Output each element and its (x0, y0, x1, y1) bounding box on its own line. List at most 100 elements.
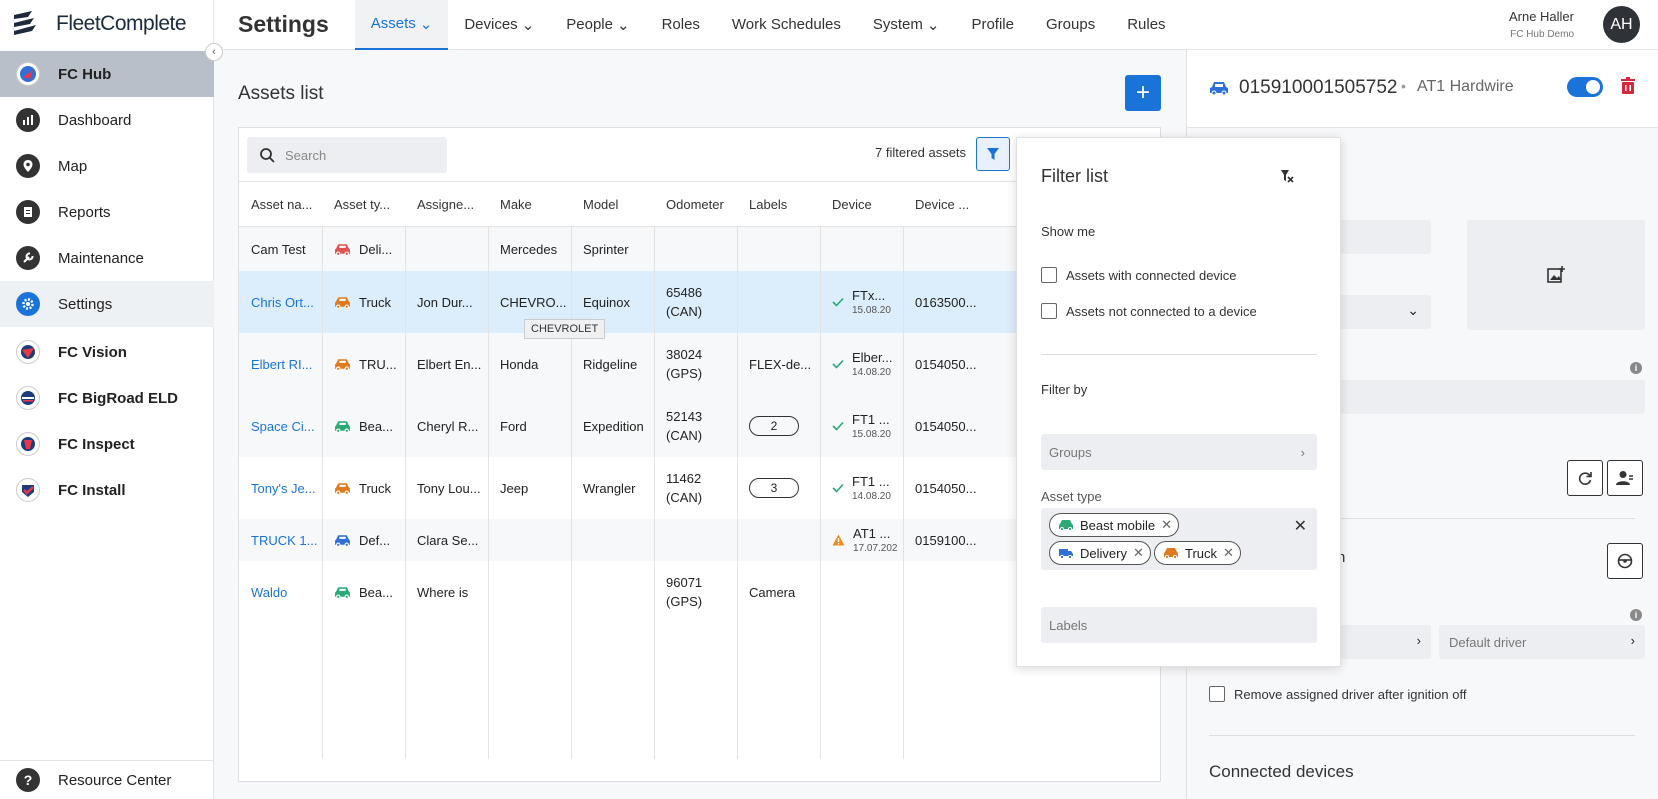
separator: • (1401, 78, 1406, 94)
asset-photo-upload[interactable] (1467, 220, 1645, 330)
labels-count-badge[interactable]: 2 (749, 416, 799, 436)
sidebar-item-label: Dashboard (58, 111, 132, 129)
sidebar-item-maintenance[interactable]: Maintenance (0, 235, 214, 281)
remove-chip-icon[interactable]: ✕ (1161, 517, 1172, 533)
tab-label: Profile (971, 16, 1014, 33)
tab-assets[interactable]: Assets ⌄ (354, 0, 449, 50)
chip-beast-mobile[interactable]: Beast mobile ✕ (1049, 513, 1180, 537)
sidebar-item-fc-bigroad-eld[interactable]: FC BigRoad ELD (0, 375, 214, 421)
default-driver-label: Default driver (1449, 635, 1527, 650)
asset-enabled-toggle[interactable] (1567, 77, 1603, 97)
driver-select[interactable]: › (1337, 625, 1431, 659)
column-header-make[interactable]: Make (488, 182, 571, 226)
wrench-icon (16, 246, 40, 270)
checkbox[interactable] (1041, 267, 1057, 283)
detail-text-field[interactable] (1337, 380, 1645, 414)
clear-asset-types-icon[interactable]: ✕ (1294, 516, 1307, 536)
tab-work-schedules[interactable]: Work Schedules (716, 0, 857, 50)
device-name: FT1 ... (852, 474, 890, 489)
chevron-right-icon: › (1300, 444, 1305, 460)
avatar[interactable]: AH (1603, 6, 1640, 43)
column-header-device-id[interactable]: Device ... (903, 182, 986, 226)
device-name: FTx... (852, 288, 886, 303)
asset-name-cell[interactable]: Elbert RI... (239, 333, 322, 395)
labels-cell: Camera (749, 584, 796, 600)
assign-driver-button[interactable] (1607, 460, 1643, 496)
not-connected-option[interactable]: Assets not connected to a device (1041, 303, 1257, 319)
sidebar-item-fc-hub[interactable]: FC Hub (0, 51, 214, 97)
sidebar-item-label: FC Install (58, 481, 126, 499)
detail-input-field[interactable] (1337, 220, 1431, 254)
chip-delivery[interactable]: Delivery ✕ (1049, 541, 1151, 565)
sidebar-item-fc-inspect[interactable]: FC Inspect (0, 421, 214, 467)
asset-type: TRU... (334, 357, 397, 372)
collapse-sidebar-button[interactable]: ‹ (205, 43, 223, 61)
labels-select[interactable]: Labels (1041, 607, 1317, 643)
vehicle-icon (335, 534, 350, 547)
tab-rules[interactable]: Rules (1111, 0, 1181, 50)
tab-devices[interactable]: Devices ⌄ (448, 0, 550, 50)
remove-driver-option[interactable]: Remove assigned driver after ignition of… (1209, 686, 1466, 702)
filter-title: Filter list (1041, 166, 1108, 186)
odometer-reading: 38024 (666, 347, 703, 362)
sidebar-item-resource-center[interactable]: ? Resource Center (0, 761, 214, 799)
remove-chip-icon[interactable]: ✕ (1223, 545, 1234, 561)
asset-name-cell[interactable]: Chris Ort... (239, 271, 322, 333)
column-header-model[interactable]: Model (571, 182, 654, 226)
chevron-down-icon: ⌄ (616, 16, 630, 34)
asset-type-cell: Bea... (322, 561, 405, 623)
option-label: Assets with connected device (1066, 267, 1237, 283)
chip-truck[interactable]: Truck ✕ (1154, 541, 1241, 565)
sidebar-item-settings[interactable]: Settings (0, 281, 214, 327)
trash-icon[interactable] (1620, 77, 1636, 95)
brand-logo[interactable]: FleetComplete (0, 0, 213, 48)
sidebar-item-map[interactable]: Map (0, 143, 214, 189)
column-header-asset-name[interactable]: Asset na... (239, 182, 322, 226)
person-icon (1616, 471, 1633, 485)
sidebar-item-fc-install[interactable]: FC Install (0, 467, 214, 513)
device-name: Elber... (852, 350, 893, 365)
asset-name-cell[interactable]: Tony's Je... (239, 457, 322, 519)
column-header-labels[interactable]: Labels (737, 182, 820, 226)
checkbox[interactable] (1209, 686, 1225, 702)
device-date: 14.08.20 (852, 367, 891, 378)
asset-type-cell: Truck (322, 457, 405, 519)
check-icon (832, 421, 844, 431)
asset-name-cell[interactable]: Waldo (239, 561, 322, 623)
tab-groups[interactable]: Groups (1030, 0, 1111, 50)
column-header-asset-type[interactable]: Asset ty... (322, 182, 405, 226)
groups-select[interactable]: Groups › (1041, 434, 1317, 470)
user-info[interactable]: Arne Haller FC Hub Demo (1509, 9, 1574, 40)
filter-button[interactable] (976, 137, 1010, 171)
add-asset-button[interactable]: + (1125, 75, 1161, 111)
column-divider (322, 227, 323, 759)
checkbox[interactable] (1041, 303, 1057, 319)
tab-profile[interactable]: Profile (955, 0, 1030, 50)
tab-roles[interactable]: Roles (646, 0, 716, 50)
remove-chip-icon[interactable]: ✕ (1133, 545, 1144, 561)
sidebar-item-dashboard[interactable]: Dashboard (0, 97, 214, 143)
detail-select-field[interactable]: ⌄ (1337, 295, 1431, 329)
column-header-odometer[interactable]: Odometer (654, 182, 737, 226)
labels-cell: 3 (737, 457, 820, 519)
search-input[interactable]: Search (247, 137, 447, 173)
labels-count-badge[interactable]: 3 (749, 478, 799, 498)
tab-people[interactable]: People ⌄ (550, 0, 645, 50)
refresh-button[interactable] (1567, 460, 1603, 496)
assignee-cell: Cheryl R... (417, 418, 479, 434)
clear-filter-icon[interactable] (1279, 168, 1295, 186)
steering-button[interactable] (1607, 543, 1643, 579)
sidebar-item-fc-vision[interactable]: FC Vision (0, 329, 214, 375)
asset-name-cell[interactable]: TRUCK 1... (239, 519, 322, 561)
filter-divider (1041, 354, 1317, 355)
assignee-cell: Where is (417, 584, 469, 600)
sidebar-item-reports[interactable]: Reports (0, 189, 214, 235)
tab-system[interactable]: System ⌄ (857, 0, 956, 50)
connected-device-option[interactable]: Assets with connected device (1041, 267, 1237, 283)
column-divider (488, 227, 489, 759)
default-driver-select[interactable]: Default driver › (1439, 625, 1645, 659)
column-header-device[interactable]: Device (820, 182, 903, 226)
column-header-assignee[interactable]: Assigne... (405, 182, 488, 226)
asset-name-cell[interactable]: Space Ci... (239, 395, 322, 457)
asset-type-select[interactable]: Beast mobile ✕ Delivery ✕ Truck ✕ ✕ (1041, 508, 1317, 570)
